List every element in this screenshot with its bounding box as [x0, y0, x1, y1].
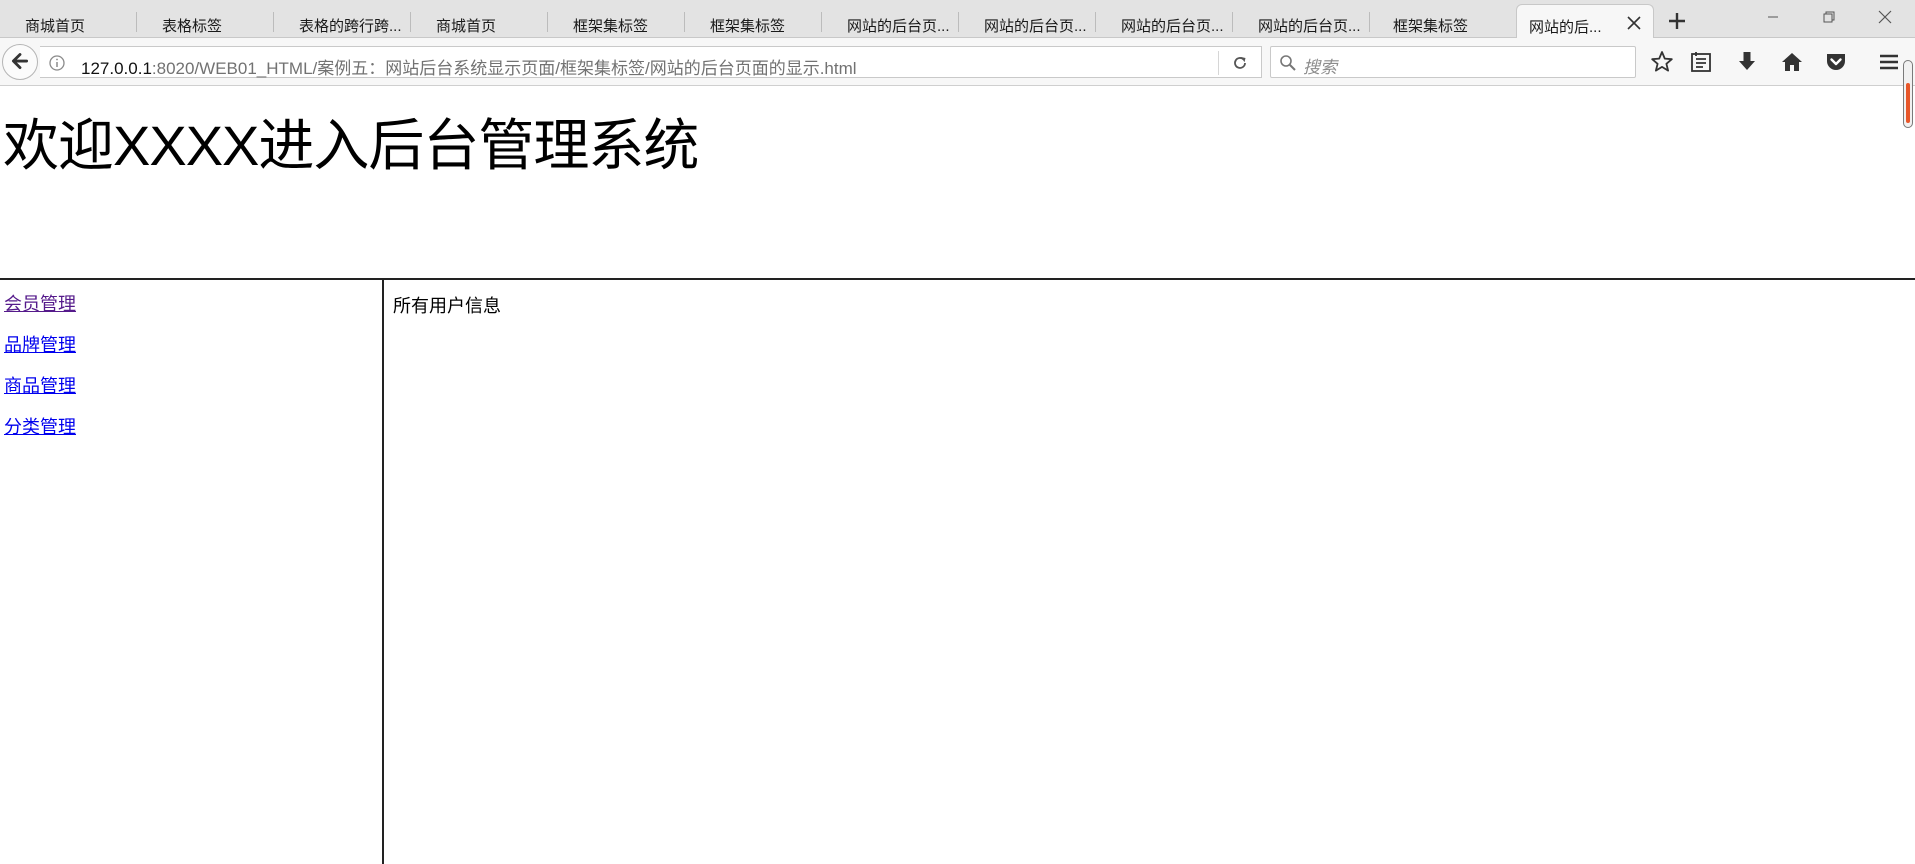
tab-label: 网站的后台页...: [1121, 18, 1224, 35]
tab-strip: 商城首页 表格标签 表格的跨行跨... 商城首页 框架集标签 框架集标签 网站的…: [0, 0, 1915, 39]
tab-label: 商城首页: [436, 18, 497, 35]
tab[interactable]: 框架集标签: [685, 4, 822, 38]
tab-label: 网站的后...: [1529, 19, 1602, 36]
tab-label: 表格标签: [162, 18, 223, 35]
url-path: :8020/WEB01_HTML/案例五：网站后台系统显示页面/框架集标签/网站…: [151, 59, 857, 78]
star-icon[interactable]: [1649, 49, 1675, 75]
url-bar[interactable]: 127.0.0.1:8020/WEB01_HTML/案例五：网站后台系统显示页面…: [40, 46, 1262, 78]
page-title: 欢迎XXXX进入后台管理系统: [3, 114, 699, 177]
main-content-text: 所有用户信息: [393, 296, 501, 316]
navigation-toolbar: 127.0.0.1:8020/WEB01_HTML/案例五：网站后台系统显示页面…: [0, 38, 1915, 86]
tab-label: 网站的后台页...: [984, 18, 1087, 35]
tab[interactable]: 表格标签: [137, 4, 274, 38]
restore-icon[interactable]: [1801, 0, 1857, 34]
tab-label: 商城首页: [25, 18, 86, 35]
tab[interactable]: 表格的跨行跨...: [274, 4, 411, 38]
pocket-icon[interactable]: [1823, 49, 1849, 75]
search-bar[interactable]: 搜索: [1270, 46, 1636, 78]
tab-label: 框架集标签: [710, 18, 786, 35]
nav-link-category-management[interactable]: 分类管理: [4, 413, 76, 439]
download-icon[interactable]: [1734, 49, 1760, 75]
tab-label: 框架集标签: [1393, 18, 1469, 35]
reading-list-icon[interactable]: [1688, 49, 1714, 75]
reload-icon[interactable]: [1230, 53, 1250, 73]
tab[interactable]: 网站的后台页...: [1096, 4, 1233, 38]
tab[interactable]: 网站的后台页...: [959, 4, 1096, 38]
tab[interactable]: 框架集标签: [1370, 4, 1507, 38]
nav-link-brand-management[interactable]: 品牌管理: [4, 331, 76, 357]
main-frame: 所有用户信息: [386, 280, 1915, 864]
close-tab-icon[interactable]: [1625, 14, 1643, 32]
back-button[interactable]: [2, 44, 38, 80]
tab-label: 框架集标签: [573, 18, 649, 35]
tab-active[interactable]: 网站的后...: [1516, 4, 1654, 39]
close-window-icon[interactable]: [1857, 0, 1913, 34]
tab-label: 表格的跨行跨...: [299, 18, 402, 35]
tab[interactable]: 商城首页: [411, 4, 548, 38]
url-text[interactable]: 127.0.0.1:8020/WEB01_HTML/案例五：网站后台系统显示页面…: [81, 54, 857, 79]
search-icon: [1280, 55, 1296, 71]
tab[interactable]: 网站的后台页...: [1233, 4, 1370, 38]
page-content: 欢迎XXXX进入后台管理系统 会员管理 品牌管理 商品管理 分类管理 所有用户信…: [0, 87, 1915, 864]
info-icon[interactable]: [48, 54, 66, 72]
tab-label: 网站的后台页...: [1258, 18, 1361, 35]
left-frame: 会员管理 品牌管理 商品管理 分类管理: [0, 280, 384, 864]
tab[interactable]: 框架集标签: [548, 4, 685, 38]
search-placeholder: 搜索: [1303, 58, 1337, 77]
tab-label: 网站的后台页...: [847, 18, 950, 35]
url-host: 127.0.0.1: [81, 59, 152, 78]
home-icon[interactable]: [1779, 49, 1805, 75]
tab[interactable]: 网站的后台页...: [822, 4, 959, 38]
nav-link-member-management[interactable]: 会员管理: [4, 290, 76, 316]
back-arrow-icon: [11, 53, 29, 70]
minimize-icon[interactable]: [1745, 0, 1801, 34]
url-divider: [1218, 51, 1219, 75]
tab[interactable]: 商城首页: [0, 4, 137, 38]
hamburger-menu-icon[interactable]: [1876, 49, 1902, 75]
new-tab-plus-icon[interactable]: [1662, 6, 1692, 36]
nav-link-product-management[interactable]: 商品管理: [4, 372, 76, 398]
top-frame: 欢迎XXXX进入后台管理系统: [0, 87, 1915, 280]
